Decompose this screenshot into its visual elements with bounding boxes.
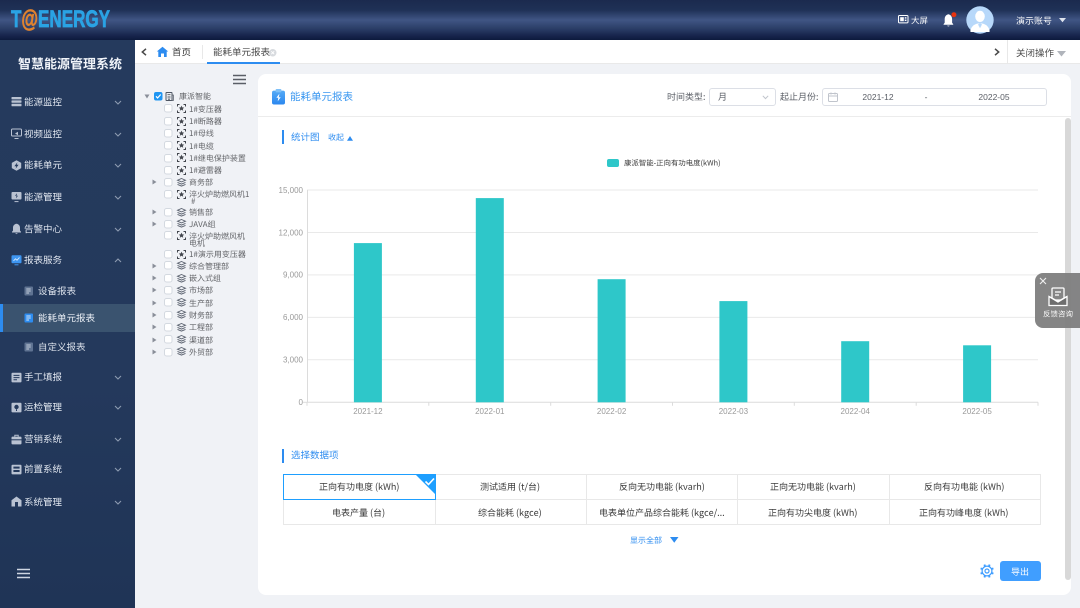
svg-text:2021-12: 2021-12 bbox=[353, 407, 383, 416]
svg-text:0: 0 bbox=[299, 398, 304, 407]
svg-text:15,000: 15,000 bbox=[279, 186, 304, 195]
svg-text:6,000: 6,000 bbox=[283, 313, 304, 322]
svg-text:2022-04: 2022-04 bbox=[841, 407, 871, 416]
svg-text:2022-03: 2022-03 bbox=[719, 407, 749, 416]
svg-text:3,000: 3,000 bbox=[283, 356, 304, 365]
svg-text:9,000: 9,000 bbox=[283, 271, 304, 280]
svg-text:12,000: 12,000 bbox=[279, 228, 304, 237]
svg-text:2022-05: 2022-05 bbox=[962, 407, 992, 416]
svg-text:2022-02: 2022-02 bbox=[597, 407, 627, 416]
svg-text:2022-01: 2022-01 bbox=[475, 407, 505, 416]
